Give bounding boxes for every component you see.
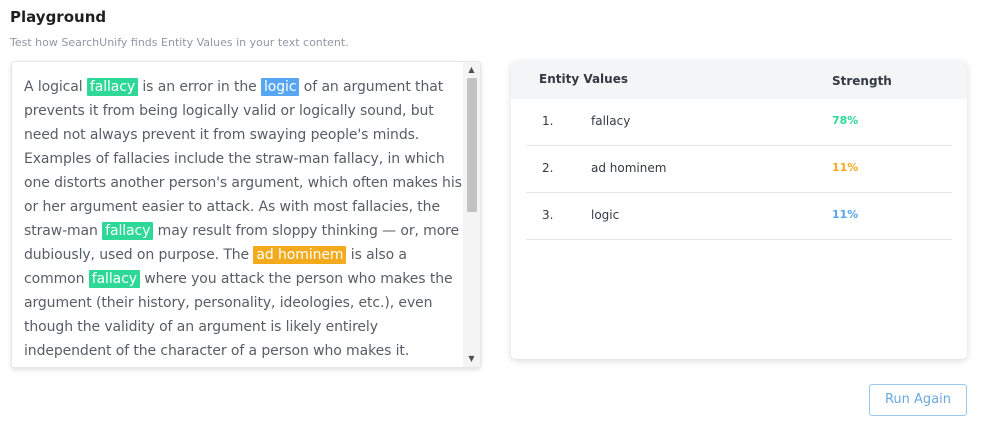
entity-strength: 11% xyxy=(832,208,859,221)
strength-column-header: Strength xyxy=(832,74,892,88)
entity-highlight: fallacy xyxy=(86,78,139,96)
table-row: 2. ad hominem 11% xyxy=(526,146,952,193)
entity-name: ad hominem xyxy=(591,161,667,175)
text-content-panel[interactable]: A logical fallacy is an error in the log… xyxy=(11,61,481,368)
entity-name: logic xyxy=(591,208,620,222)
entity-table-header: Entity Values Strength xyxy=(511,61,967,99)
row-index: 2. xyxy=(542,161,554,175)
entity-strength: 78% xyxy=(832,114,859,127)
scroll-thumb[interactable] xyxy=(467,78,477,212)
page-title: Playground xyxy=(10,8,107,26)
text-segment: A logical xyxy=(24,79,87,95)
entity-values-column-header: Entity Values xyxy=(539,72,628,86)
run-again-button[interactable]: Run Again xyxy=(869,384,967,416)
text-segment: is an error in the xyxy=(138,79,262,95)
entity-highlight: fallacy xyxy=(88,270,140,288)
text-segment: of an argument that prevents it from bei… xyxy=(24,79,462,239)
row-index: 1. xyxy=(542,114,554,128)
row-index: 3. xyxy=(542,208,554,222)
entity-values-panel: Entity Values Strength 1. fallacy 78% 2.… xyxy=(511,61,967,359)
entity-highlight: fallacy xyxy=(102,222,154,240)
scroll-down-arrow-icon[interactable]: ▼ xyxy=(463,352,480,366)
text-content: A logical fallacy is an error in the log… xyxy=(24,75,464,363)
page-subtitle: Test how SearchUnify finds Entity Values… xyxy=(10,36,349,49)
table-row: 1. fallacy 78% xyxy=(526,99,952,146)
entity-name: fallacy xyxy=(591,114,631,128)
entity-strength: 11% xyxy=(832,161,859,174)
entity-highlight: ad hominem xyxy=(253,246,347,264)
entity-highlight: logic xyxy=(261,78,300,96)
scroll-up-arrow-icon[interactable]: ▲ xyxy=(463,63,480,77)
table-row: 3. logic 11% xyxy=(526,193,952,240)
text-scrollbar[interactable]: ▲ ▼ xyxy=(463,62,480,367)
